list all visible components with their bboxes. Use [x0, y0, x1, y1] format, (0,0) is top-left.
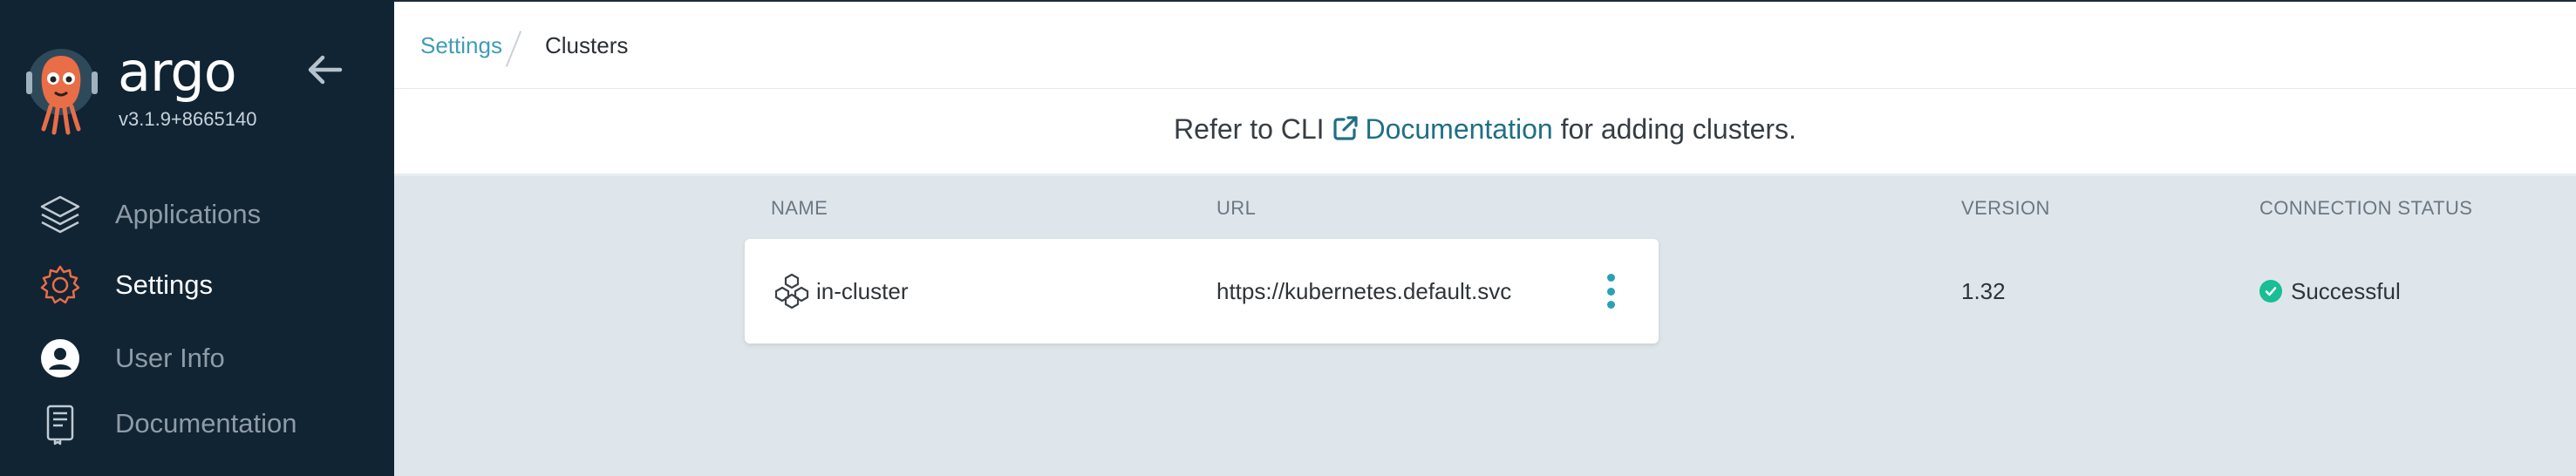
documentation-link-label: Documentation	[1365, 113, 1553, 145]
external-link-icon	[1333, 116, 1359, 140]
sidebar-item-applications[interactable]: Applications	[0, 184, 394, 245]
sidebar-item-documentation[interactable]: Documentation	[0, 393, 394, 454]
column-header-name: NAME	[771, 197, 828, 219]
connection-status-cell: Successful	[2259, 239, 2401, 343]
cli-info-banner: Refer to CLI Documentation for adding cl…	[394, 89, 2576, 176]
column-header-connection-status: CONNECTION STATUS	[2259, 197, 2473, 219]
breadcrumb-current: Clusters	[545, 32, 629, 58]
book-icon	[38, 402, 82, 445]
cluster-name-cell: in-cluster	[773, 239, 908, 343]
sidebar-item-label: Documentation	[115, 408, 297, 439]
breadcrumb-separator	[505, 31, 522, 67]
info-suffix: for adding clusters.	[1560, 113, 1796, 145]
cluster-icon	[774, 273, 809, 309]
cluster-version: 1.32	[1961, 277, 2006, 304]
argo-logo[interactable]	[26, 45, 98, 136]
sidebar-item-label: Applications	[115, 199, 262, 229]
sidebar-item-settings[interactable]: Settings	[0, 255, 394, 316]
info-prefix: Refer to CLI	[1174, 113, 1325, 145]
top-bar: Settings Clusters	[394, 0, 2576, 89]
column-header-version: VERSION	[1961, 197, 2050, 219]
layers-icon	[38, 193, 82, 236]
sidebar: argo v3.1.9+8665140 Applications Setting…	[0, 0, 394, 476]
table-row[interactable]: in-cluster https://kubernetes.default.sv…	[745, 239, 2401, 343]
gear-icon	[38, 263, 82, 307]
brand-name: argo	[118, 40, 237, 104]
sidebar-item-label: User Info	[115, 343, 225, 373]
more-actions-icon[interactable]	[1605, 274, 1617, 309]
app-version: v3.1.9+8665140	[119, 108, 257, 130]
column-header-url: URL	[1216, 197, 1257, 219]
cluster-name: in-cluster	[816, 277, 909, 304]
check-circle-icon	[2259, 280, 2282, 303]
cluster-url: https://kubernetes.default.svc	[1216, 277, 1512, 304]
connection-status: Successful	[2291, 277, 2401, 304]
sidebar-item-user-info[interactable]: User Info	[0, 328, 394, 389]
arrow-left-icon	[308, 55, 343, 85]
breadcrumb-settings-link[interactable]: Settings	[420, 32, 502, 59]
documentation-link[interactable]: Documentation	[1332, 113, 1560, 145]
collapse-sidebar-button[interactable]	[307, 54, 344, 85]
user-icon	[38, 337, 82, 380]
sidebar-item-label: Settings	[115, 269, 214, 300]
